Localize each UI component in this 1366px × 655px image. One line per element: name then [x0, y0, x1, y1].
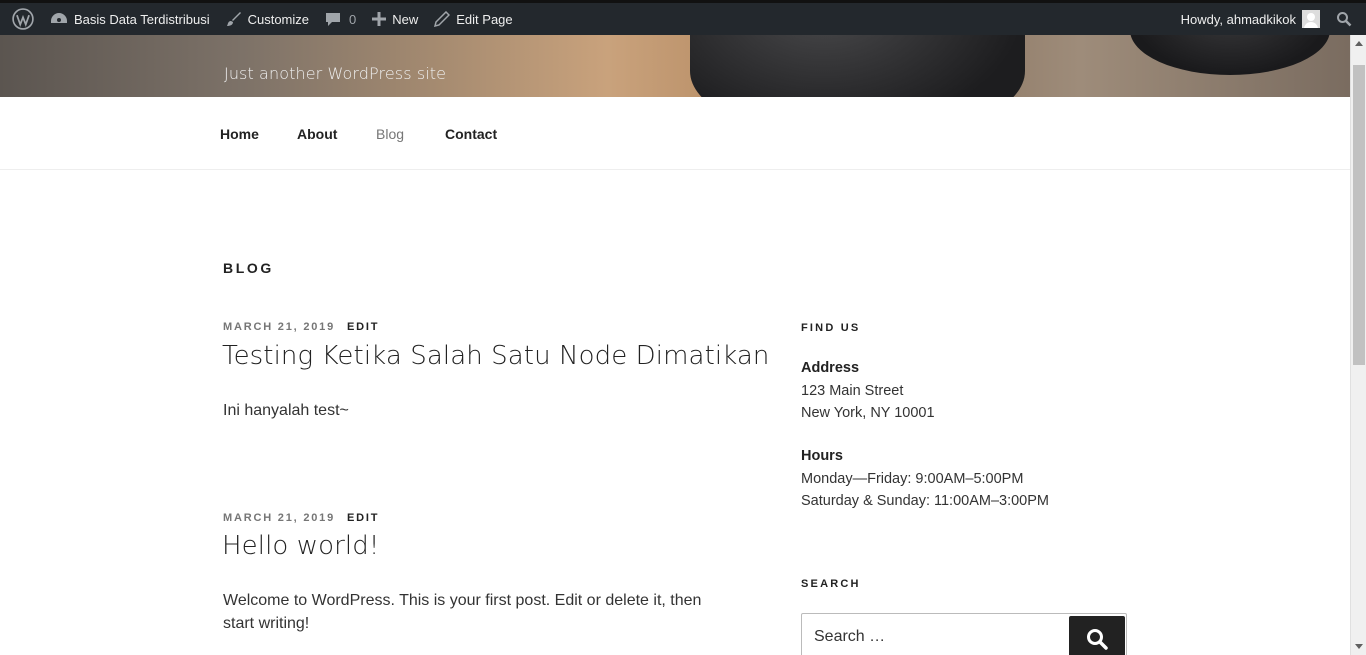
- post-excerpt: Welcome to WordPress. This is your first…: [223, 592, 702, 632]
- post-meta: MARCH 21, 2019 EDIT: [223, 321, 379, 333]
- search-submit-button[interactable]: [1069, 616, 1125, 655]
- admin-bar-left: Basis Data Terdistribusi Customize 0 New: [0, 3, 521, 35]
- nav-item-home[interactable]: Home: [220, 126, 259, 142]
- nav-item-about[interactable]: About: [297, 126, 337, 142]
- widget-title-search: SEARCH: [801, 578, 861, 590]
- post-date-link[interactable]: MARCH 21, 2019: [223, 512, 335, 524]
- customize-label: Customize: [247, 11, 310, 27]
- scroll-down-arrow[interactable]: [1355, 644, 1363, 649]
- paintbrush-icon: [226, 12, 241, 26]
- dashboard-icon: [51, 13, 67, 23]
- post-edit-link[interactable]: EDIT: [347, 321, 379, 333]
- plus-icon: [372, 12, 387, 26]
- post-title-link[interactable]: Hello world!: [222, 531, 379, 561]
- address-label: Address: [801, 360, 860, 376]
- customize-button[interactable]: Customize: [218, 3, 317, 35]
- page-title: BLOG: [223, 260, 274, 276]
- new-label: New: [392, 11, 419, 27]
- search-icon: [1087, 629, 1108, 650]
- nav-item-contact[interactable]: Contact: [445, 126, 497, 142]
- post-edit-link[interactable]: EDIT: [347, 512, 379, 524]
- admin-search-button[interactable]: [1328, 3, 1360, 35]
- edit-page-label: Edit Page: [456, 11, 513, 27]
- post-title-link[interactable]: Testing Ketika Salah Satu Node Dimatikan: [222, 341, 770, 371]
- hours-line: Saturday & Sunday: 11:00AM–3:00PM: [801, 493, 1049, 509]
- new-content-button[interactable]: New: [364, 3, 426, 35]
- header-image-object: [690, 35, 1025, 97]
- site-name-label: Basis Data Terdistribusi: [74, 11, 210, 27]
- site-tagline: Just another WordPress site: [224, 64, 447, 83]
- my-account-button[interactable]: Howdy, ahmadkikok: [1173, 3, 1328, 35]
- pencil-icon: [434, 11, 451, 27]
- post-meta: MARCH 21, 2019 EDIT: [223, 512, 379, 524]
- edit-page-button[interactable]: Edit Page: [426, 3, 520, 35]
- widget-title-find-us: FIND US: [801, 322, 861, 334]
- address-line: 123 Main Street: [801, 383, 904, 399]
- comment-icon: [326, 13, 341, 26]
- header-image-object-right: [1130, 35, 1330, 75]
- hours-line: Monday—Friday: 9:00AM–5:00PM: [801, 471, 1024, 487]
- avatar: [1302, 10, 1320, 28]
- wordpress-logo-button[interactable]: [4, 3, 42, 35]
- nav-item-blog[interactable]: Blog: [376, 126, 404, 142]
- scroll-up-arrow[interactable]: [1355, 41, 1363, 46]
- search-input[interactable]: Search …: [814, 628, 885, 646]
- page-scrollbar[interactable]: [1350, 35, 1366, 655]
- wordpress-icon: [12, 8, 34, 30]
- search-form: Search …: [801, 613, 1127, 655]
- main-navigation: Home About Blog Contact: [0, 97, 1350, 170]
- address-line: New York, NY 10001: [801, 405, 935, 421]
- post-excerpt: Ini hanyalah test~: [223, 402, 349, 419]
- admin-bar: Basis Data Terdistribusi Customize 0 New: [0, 0, 1366, 35]
- comments-count: 0: [349, 11, 357, 27]
- howdy-label: Howdy, ahmadkikok: [1180, 11, 1296, 27]
- site-name-button[interactable]: Basis Data Terdistribusi: [42, 3, 218, 35]
- admin-bar-right: Howdy, ahmadkikok: [1173, 3, 1366, 35]
- header-image: Just another WordPress site: [0, 35, 1350, 97]
- hours-label: Hours: [801, 448, 843, 464]
- post-date-link[interactable]: MARCH 21, 2019: [223, 321, 335, 333]
- scroll-thumb[interactable]: [1353, 65, 1365, 365]
- search-icon: [1337, 12, 1352, 27]
- comments-button[interactable]: 0: [317, 3, 364, 35]
